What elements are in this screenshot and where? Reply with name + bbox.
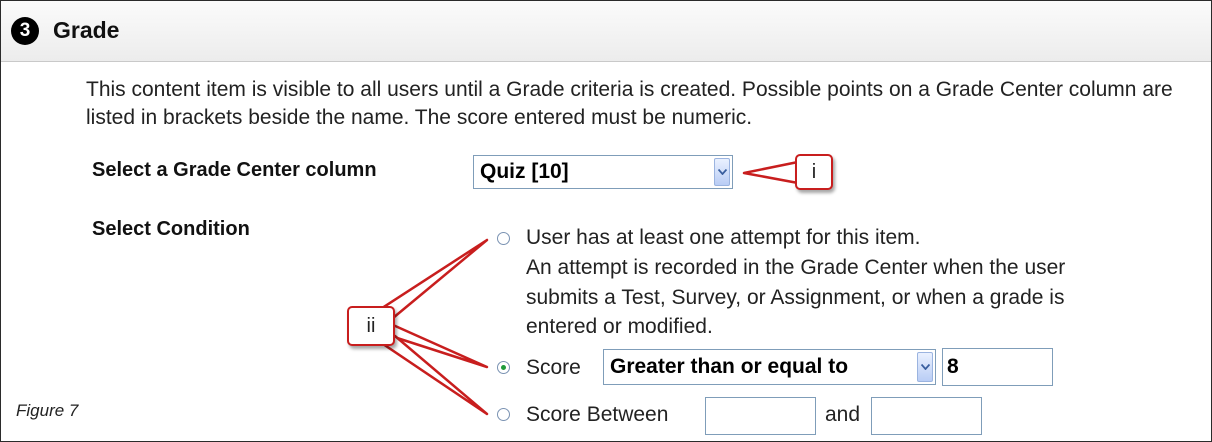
callout-i: i [795,154,833,190]
figure-caption: Figure 7 [16,401,79,420]
callout-i-arrow [742,160,800,185]
callout-ii: ii [347,306,395,346]
annotation-arrows [374,160,800,416]
